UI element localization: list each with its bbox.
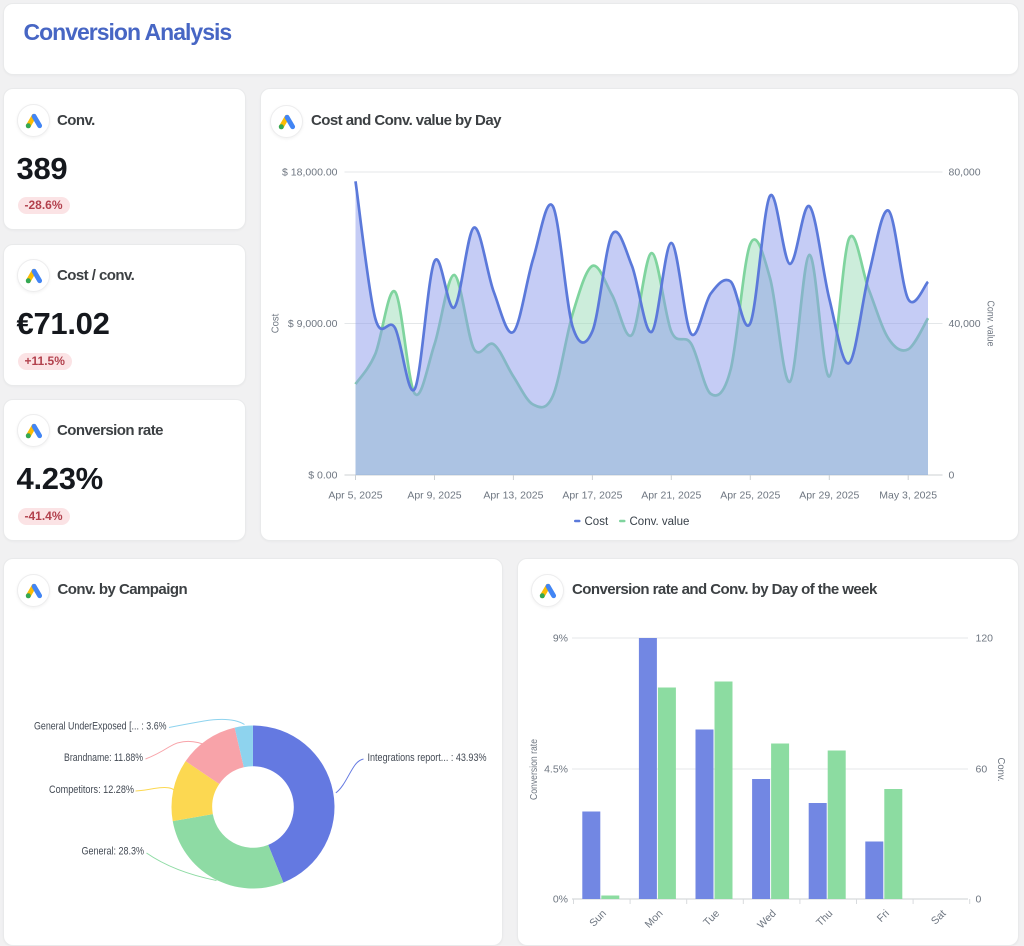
svg-text:Sun: Sun	[587, 907, 609, 929]
svg-text:9%: 9%	[553, 632, 568, 644]
svg-text:4.5%: 4.5%	[544, 763, 568, 775]
svg-text:Competitors: 12.28%: Competitors: 12.28%	[49, 784, 134, 796]
svg-text:General: 28.3%: General: 28.3%	[81, 845, 144, 857]
svg-text:0%: 0%	[553, 893, 568, 905]
svg-text:Conversion rate: Conversion rate	[528, 738, 540, 799]
svg-text:Apr 13, 2025: Apr 13, 2025	[483, 490, 543, 502]
svg-text:Apr 25, 2025: Apr 25, 2025	[720, 490, 780, 502]
svg-text:40,000: 40,000	[948, 318, 980, 330]
svg-text:$ 9,000.00: $ 9,000.00	[287, 318, 337, 330]
svg-text:0: 0	[976, 893, 982, 905]
svg-text:Brandname: 11.88%: Brandname: 11.88%	[64, 752, 143, 764]
svg-text:General UnderExposed [... : 3.: General UnderExposed [... : 3.6%	[34, 720, 167, 732]
svg-text:Integrations report... : 43.93: Integrations report... : 43.93%	[367, 752, 486, 764]
svg-text:60: 60	[976, 763, 988, 775]
svg-text:80,000: 80,000	[948, 167, 980, 179]
svg-text:0: 0	[948, 470, 954, 482]
svg-text:Conv.: Conv.	[995, 757, 1007, 781]
svg-text:Apr 29, 2025: Apr 29, 2025	[799, 490, 859, 502]
svg-text:Apr 9, 2025: Apr 9, 2025	[407, 490, 461, 502]
svg-text:Wed: Wed	[755, 907, 779, 931]
svg-text:Apr 5, 2025: Apr 5, 2025	[328, 490, 382, 502]
svg-text:120: 120	[976, 632, 994, 644]
svg-text:Cost: Cost	[269, 314, 281, 334]
svg-text:Apr 17, 2025: Apr 17, 2025	[562, 490, 622, 502]
svg-text:Fri: Fri	[875, 907, 892, 924]
svg-text:Thu: Thu	[814, 907, 835, 928]
svg-text:May 3, 2025: May 3, 2025	[879, 490, 937, 502]
svg-text:$ 18,000.00: $ 18,000.00	[282, 167, 338, 179]
svg-text:Sat: Sat	[929, 907, 949, 927]
svg-text:Conv. value: Conv. value	[984, 301, 996, 347]
svg-text:Cost: Cost	[584, 516, 608, 528]
svg-text:Tue: Tue	[701, 907, 722, 928]
svg-text:Mon: Mon	[643, 907, 666, 930]
svg-text:Apr 21, 2025: Apr 21, 2025	[641, 490, 701, 502]
svg-text:$ 0.00: $ 0.00	[308, 470, 337, 482]
svg-text:Conv. value: Conv. value	[629, 516, 689, 528]
